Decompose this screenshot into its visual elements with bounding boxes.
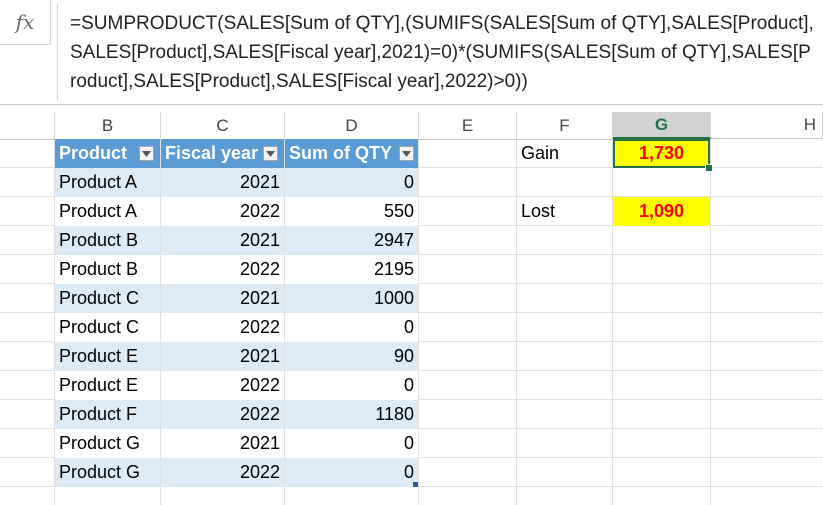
table-cell-product[interactable]: Product B	[55, 226, 160, 255]
table-cell-fiscal-year[interactable]: 2022	[161, 371, 284, 400]
table-cell-fiscal-year[interactable]: 2022	[161, 313, 284, 342]
table-cell-product[interactable]: Product A	[55, 168, 160, 197]
table-cell-fiscal-year[interactable]: 2021	[161, 284, 284, 313]
table-cell-fiscal-year[interactable]: 2022	[161, 255, 284, 284]
table-cell-sum-of-qty[interactable]: 0	[285, 429, 418, 458]
table-header-label: Product	[59, 143, 128, 163]
table-cell-sum-of-qty[interactable]: 90	[285, 342, 418, 371]
table-cell-product[interactable]: Product G	[55, 458, 160, 487]
table-cell-product[interactable]: Product C	[55, 284, 160, 313]
lost-value-cell[interactable]: 1,090	[613, 197, 710, 226]
table-cell-fiscal-year[interactable]: 2022	[161, 197, 284, 226]
fill-handle[interactable]	[705, 164, 713, 172]
table-cell-fiscal-year[interactable]: 2021	[161, 429, 284, 458]
row-header-corner[interactable]	[0, 112, 55, 140]
table-header-label: Fiscal year	[165, 143, 259, 163]
worksheet-grid[interactable]: Product Fiscal year Sum of QTY Product A…	[0, 139, 823, 505]
filter-dropdown-fiscal-year[interactable]	[263, 146, 278, 161]
table-cell-product[interactable]: Product F	[55, 400, 160, 429]
table-resize-handle[interactable]	[413, 482, 418, 487]
table-header-label: Sum of QTY	[289, 143, 392, 163]
formula-bar: fx =SUMPRODUCT(SALES[Sum of QTY],(SUMIFS…	[0, 0, 823, 104]
filter-dropdown-product[interactable]	[139, 146, 154, 161]
table-cell-sum-of-qty[interactable]: 2947	[285, 226, 418, 255]
formula-input[interactable]: =SUMPRODUCT(SALES[Sum of QTY],(SUMIFS(SA…	[70, 9, 815, 96]
filter-dropdown-sum-of-qty[interactable]	[399, 146, 414, 161]
lost-label[interactable]: Lost	[517, 197, 612, 226]
column-header-h[interactable]: H	[711, 112, 823, 139]
column-header-f[interactable]: F	[517, 112, 613, 140]
table-cell-fiscal-year[interactable]: 2022	[161, 458, 284, 487]
chevron-down-icon	[266, 150, 275, 157]
table-cell-product[interactable]: Product A	[55, 197, 160, 226]
table-cell-sum-of-qty[interactable]: 0	[285, 371, 418, 400]
table-cell-sum-of-qty[interactable]: 1180	[285, 400, 418, 429]
table-cell-fiscal-year[interactable]: 2022	[161, 400, 284, 429]
table-cell-product[interactable]: Product G	[55, 429, 160, 458]
column-header-d[interactable]: D	[285, 112, 419, 140]
table-cell-fiscal-year[interactable]: 2021	[161, 342, 284, 371]
chevron-down-icon	[142, 150, 151, 157]
table-cell-sum-of-qty[interactable]: 0	[285, 168, 418, 197]
table-cell-sum-of-qty[interactable]: 0	[285, 458, 418, 487]
gain-value-cell[interactable]: 1,730	[613, 139, 710, 168]
table-cell-sum-of-qty[interactable]: 0	[285, 313, 418, 342]
table-cell-sum-of-qty[interactable]: 550	[285, 197, 418, 226]
formula-bar-border	[0, 104, 823, 105]
table-cell-fiscal-year[interactable]: 2021	[161, 226, 284, 255]
formula-bar-divider	[57, 4, 58, 100]
table-cell-product[interactable]: Product B	[55, 255, 160, 284]
column-header-c[interactable]: C	[161, 112, 285, 140]
column-header-e[interactable]: E	[419, 112, 517, 140]
column-header-b[interactable]: B	[55, 112, 161, 140]
table-cell-sum-of-qty[interactable]: 1000	[285, 284, 418, 313]
table-cell-sum-of-qty[interactable]: 2195	[285, 255, 418, 284]
column-header-g[interactable]: G	[613, 112, 711, 139]
table-cell-product[interactable]: Product C	[55, 313, 160, 342]
table-cell-product[interactable]: Product E	[55, 371, 160, 400]
chevron-down-icon	[402, 150, 411, 157]
fx-icon: fx	[15, 10, 35, 34]
insert-function-button[interactable]: fx	[0, 0, 51, 45]
column-header-row: B C D E F G H	[0, 112, 823, 140]
table-cell-product[interactable]: Product E	[55, 342, 160, 371]
table-cell-fiscal-year[interactable]: 2021	[161, 168, 284, 197]
gain-label[interactable]: Gain	[517, 139, 612, 168]
